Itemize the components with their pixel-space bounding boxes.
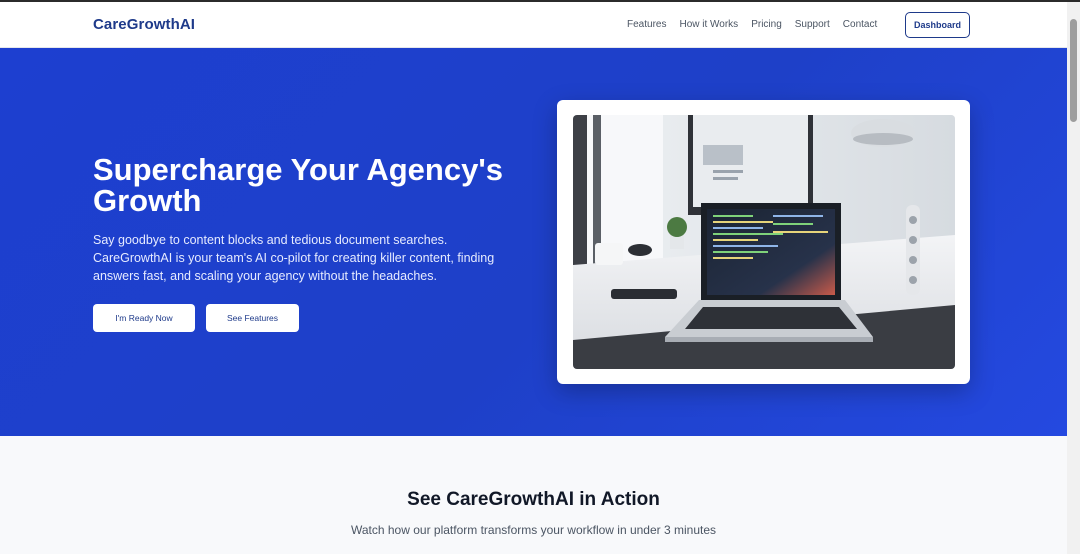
nav-link-support[interactable]: Support (795, 19, 830, 30)
navbar: CareGrowthAI Features How it Works Prici… (0, 2, 1067, 48)
nav-link-pricing[interactable]: Pricing (751, 19, 782, 30)
nav-links: Features How it Works Pricing Support Co… (627, 19, 890, 30)
nav-link-how-it-works[interactable]: How it Works (679, 19, 738, 30)
hero-description: Say goodbye to content blocks and tediou… (93, 233, 495, 283)
brand-logo[interactable]: CareGrowthAI (93, 16, 195, 33)
hero-image (573, 115, 955, 369)
demo-section: See CareGrowthAI in Action Watch how our… (0, 436, 1067, 554)
vertical-scrollbar[interactable] (1067, 2, 1080, 554)
hero-image-card (557, 100, 970, 384)
see-features-button[interactable]: See Features (206, 304, 299, 332)
nav-link-features[interactable]: Features (627, 19, 666, 30)
hero-title: Supercharge Your Agency's Growth (93, 152, 503, 218)
demo-section-title: See CareGrowthAI in Action (407, 489, 660, 510)
demo-section-subtitle: Watch how our platform transforms your w… (350, 523, 717, 537)
scrollbar-thumb[interactable] (1070, 19, 1077, 122)
hero-section: Supercharge Your Agency's Growth Say goo… (0, 48, 1067, 436)
laptop-desk-illustration (573, 115, 955, 369)
ready-now-button[interactable]: I'm Ready Now (93, 304, 195, 332)
dashboard-button[interactable]: Dashboard (905, 12, 970, 38)
nav-link-contact[interactable]: Contact (843, 19, 877, 30)
